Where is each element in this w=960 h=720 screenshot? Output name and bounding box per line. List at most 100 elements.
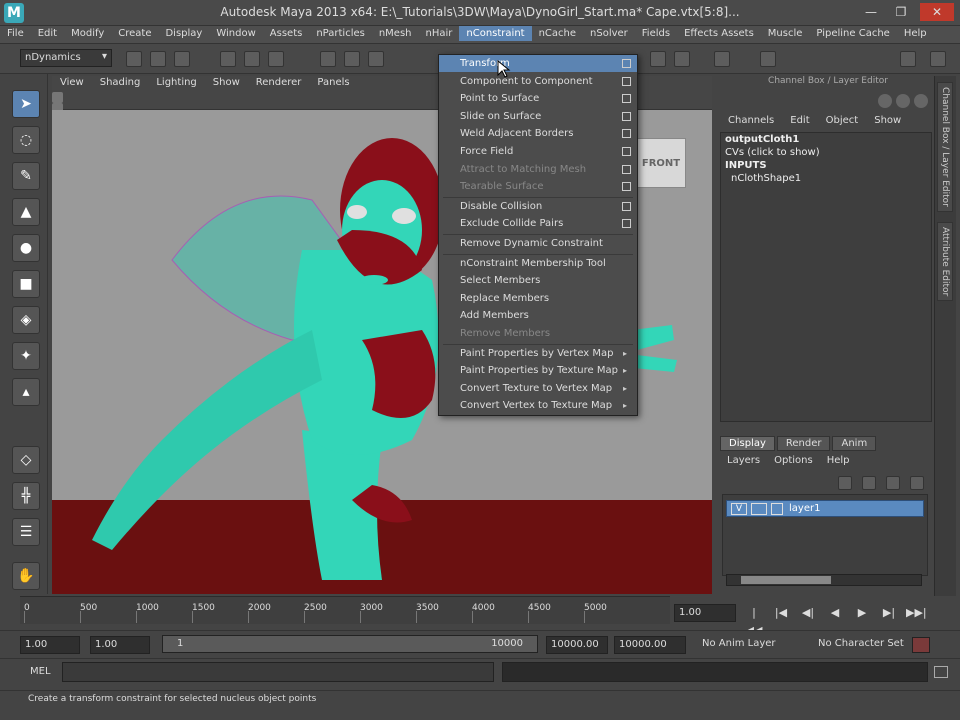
panel-menu-panels[interactable]: Panels bbox=[309, 76, 357, 89]
layer-scrollbar[interactable] bbox=[726, 574, 922, 586]
open-scene-icon[interactable] bbox=[150, 51, 166, 67]
menu-edit[interactable]: Edit bbox=[31, 26, 64, 41]
menu-file[interactable]: File bbox=[0, 26, 31, 41]
layer-name[interactable]: layer1 bbox=[789, 503, 820, 514]
menu-item-paint-properties-by-vertex-map[interactable]: Paint Properties by Vertex Map ▸ bbox=[439, 345, 637, 362]
panel-menu-renderer[interactable]: Renderer bbox=[248, 76, 310, 89]
tab-anim[interactable]: Anim bbox=[832, 436, 877, 451]
panel-menu-show[interactable]: Show bbox=[205, 76, 248, 89]
menu-item-remove-dynamic-constraint[interactable]: Remove Dynamic Constraint bbox=[439, 235, 637, 252]
select-tool-icon[interactable]: ➤ bbox=[12, 90, 40, 118]
new-layer-icon[interactable] bbox=[838, 476, 852, 490]
option-box-icon[interactable] bbox=[622, 201, 631, 211]
time-slider[interactable]: 0 500 1000 1500 2000 2500 3000 3500 4000 4500 5000 bbox=[20, 596, 670, 624]
menu-muscle[interactable]: Muscle bbox=[761, 26, 810, 41]
move-tool-icon[interactable]: ▲ bbox=[12, 198, 40, 226]
menu-item-force-field[interactable]: Force Field bbox=[439, 143, 637, 160]
playback-button-icon[interactable]: ▶▶| bbox=[906, 604, 927, 622]
scale-tool-icon[interactable]: ■ bbox=[12, 270, 40, 298]
menu-nconstraint[interactable]: nConstraint bbox=[459, 26, 532, 41]
tab-render[interactable]: Render bbox=[776, 436, 831, 451]
move-layer-up-icon[interactable] bbox=[886, 476, 900, 490]
menu-nsolver[interactable]: nSolver bbox=[583, 26, 635, 41]
animation-end-field[interactable]: 10000.00 bbox=[614, 636, 686, 654]
option-box-icon[interactable] bbox=[622, 164, 631, 174]
menu-set-selector[interactable]: nDynamics ▾ bbox=[20, 49, 112, 67]
option-box-icon[interactable] bbox=[622, 147, 631, 156]
menu-display[interactable]: Display bbox=[158, 26, 209, 41]
snap-curve-icon[interactable] bbox=[344, 51, 360, 67]
menu-item-add-members[interactable]: Add Members bbox=[439, 307, 637, 324]
snap-grid-icon[interactable] bbox=[320, 51, 336, 67]
playback-button-icon[interactable]: ◀ bbox=[825, 604, 845, 622]
playback-start-field[interactable]: 1.00 bbox=[90, 636, 150, 654]
anim-layer-label[interactable]: No Anim Layer bbox=[702, 638, 776, 649]
manipulator-tool-icon[interactable]: ◈ bbox=[12, 306, 40, 334]
auto-key-icon[interactable] bbox=[912, 637, 930, 653]
menu-item-weld-adjacent-borders[interactable]: Weld Adjacent Borders bbox=[439, 125, 637, 142]
minimize-button[interactable]: — bbox=[860, 3, 882, 21]
menu-item-nconstraint-membership-tool[interactable]: nConstraint Membership Tool bbox=[439, 255, 637, 272]
playback-button-icon[interactable]: ▶ bbox=[852, 604, 872, 622]
playback-button-icon[interactable]: ◀| bbox=[798, 604, 818, 622]
tab-display[interactable]: Display bbox=[720, 436, 775, 451]
toggle-tool-settings-icon[interactable] bbox=[930, 51, 946, 67]
scrollbar-thumb[interactable] bbox=[741, 576, 831, 584]
new-scene-icon[interactable] bbox=[126, 51, 142, 67]
playback-button-icon[interactable]: |◀ bbox=[771, 604, 791, 622]
menu-fields[interactable]: Fields bbox=[635, 26, 677, 41]
panel-menu-lighting[interactable]: Lighting bbox=[148, 76, 204, 89]
layer-color-swatch[interactable] bbox=[771, 503, 783, 515]
show-manipulator-icon[interactable]: ▴ bbox=[12, 378, 40, 406]
menu-item-disable-collision[interactable]: Disable Collision bbox=[439, 198, 637, 215]
toggle-channel-box-icon[interactable] bbox=[900, 51, 916, 67]
menu-item-exclude-collide-pairs[interactable]: Exclude Collide Pairs bbox=[439, 215, 637, 232]
tab-attribute-editor[interactable]: Attribute Editor bbox=[937, 222, 953, 302]
playback-end-field[interactable]: 10000.00 bbox=[546, 636, 608, 654]
both-view-icon[interactable] bbox=[914, 94, 928, 108]
rotate-tool-icon[interactable]: ● bbox=[12, 234, 40, 262]
menu-create[interactable]: Create bbox=[111, 26, 158, 41]
menu-item-transform[interactable]: Transform bbox=[439, 55, 637, 72]
snap-point-icon[interactable] bbox=[368, 51, 384, 67]
channel-menu-channels[interactable]: Channels bbox=[720, 114, 782, 127]
menu-item-paint-properties-by-texture-map[interactable]: Paint Properties by Texture Map ▸ bbox=[439, 362, 637, 379]
layer-menu-layers[interactable]: Layers bbox=[720, 454, 767, 467]
script-language-label[interactable]: MEL bbox=[30, 666, 51, 677]
hypershade-layout-icon[interactable]: ✋ bbox=[12, 562, 40, 590]
ipr-render-icon[interactable] bbox=[674, 51, 690, 67]
layer-display-type-toggle[interactable] bbox=[751, 503, 767, 515]
last-tool-icon[interactable]: ✦ bbox=[12, 342, 40, 370]
select-hierarchy-icon[interactable] bbox=[220, 51, 236, 67]
single-perspective-layout-icon[interactable]: ◇ bbox=[12, 446, 40, 474]
maximize-button[interactable]: ❐ bbox=[890, 3, 912, 21]
object-name[interactable]: outputCloth1 bbox=[721, 133, 931, 146]
channel-box-icon[interactable] bbox=[878, 94, 892, 108]
option-box-icon[interactable] bbox=[622, 111, 631, 121]
character-set-label[interactable]: No Character Set bbox=[818, 638, 904, 649]
menu-item-point-to-surface[interactable]: Point to Surface bbox=[439, 90, 637, 107]
option-box-icon[interactable] bbox=[622, 129, 631, 139]
menu-item-convert-texture-to-vertex-map[interactable]: Convert Texture to Vertex Map ▸ bbox=[439, 380, 637, 397]
move-layer-down-icon[interactable] bbox=[910, 476, 924, 490]
input-node[interactable]: nClothShape1 bbox=[721, 172, 931, 185]
save-scene-icon[interactable] bbox=[174, 51, 190, 67]
menu-assets[interactable]: Assets bbox=[263, 26, 310, 41]
command-input[interactable] bbox=[62, 662, 494, 682]
layer-visibility-toggle[interactable]: V bbox=[731, 503, 747, 515]
new-layer-selected-icon[interactable] bbox=[862, 476, 876, 490]
option-box-icon[interactable] bbox=[622, 94, 631, 104]
four-view-layout-icon[interactable]: ╬ bbox=[12, 482, 40, 510]
current-frame-field[interactable]: 1.00 bbox=[674, 604, 736, 622]
channel-menu-edit[interactable]: Edit bbox=[782, 114, 817, 127]
channel-menu-object[interactable]: Object bbox=[818, 114, 867, 127]
menu-nparticles[interactable]: nParticles bbox=[309, 26, 372, 41]
animation-start-field[interactable]: 1.00 bbox=[20, 636, 80, 654]
panel-tool-icon[interactable] bbox=[52, 92, 63, 103]
script-editor-icon[interactable] bbox=[934, 666, 948, 678]
layer-menu-options[interactable]: Options bbox=[767, 454, 820, 467]
menu-help[interactable]: Help bbox=[897, 26, 934, 41]
option-box-icon[interactable] bbox=[622, 182, 631, 192]
menu-item-select-members[interactable]: Select Members bbox=[439, 272, 637, 289]
lasso-tool-icon[interactable]: ◌ bbox=[12, 126, 40, 154]
